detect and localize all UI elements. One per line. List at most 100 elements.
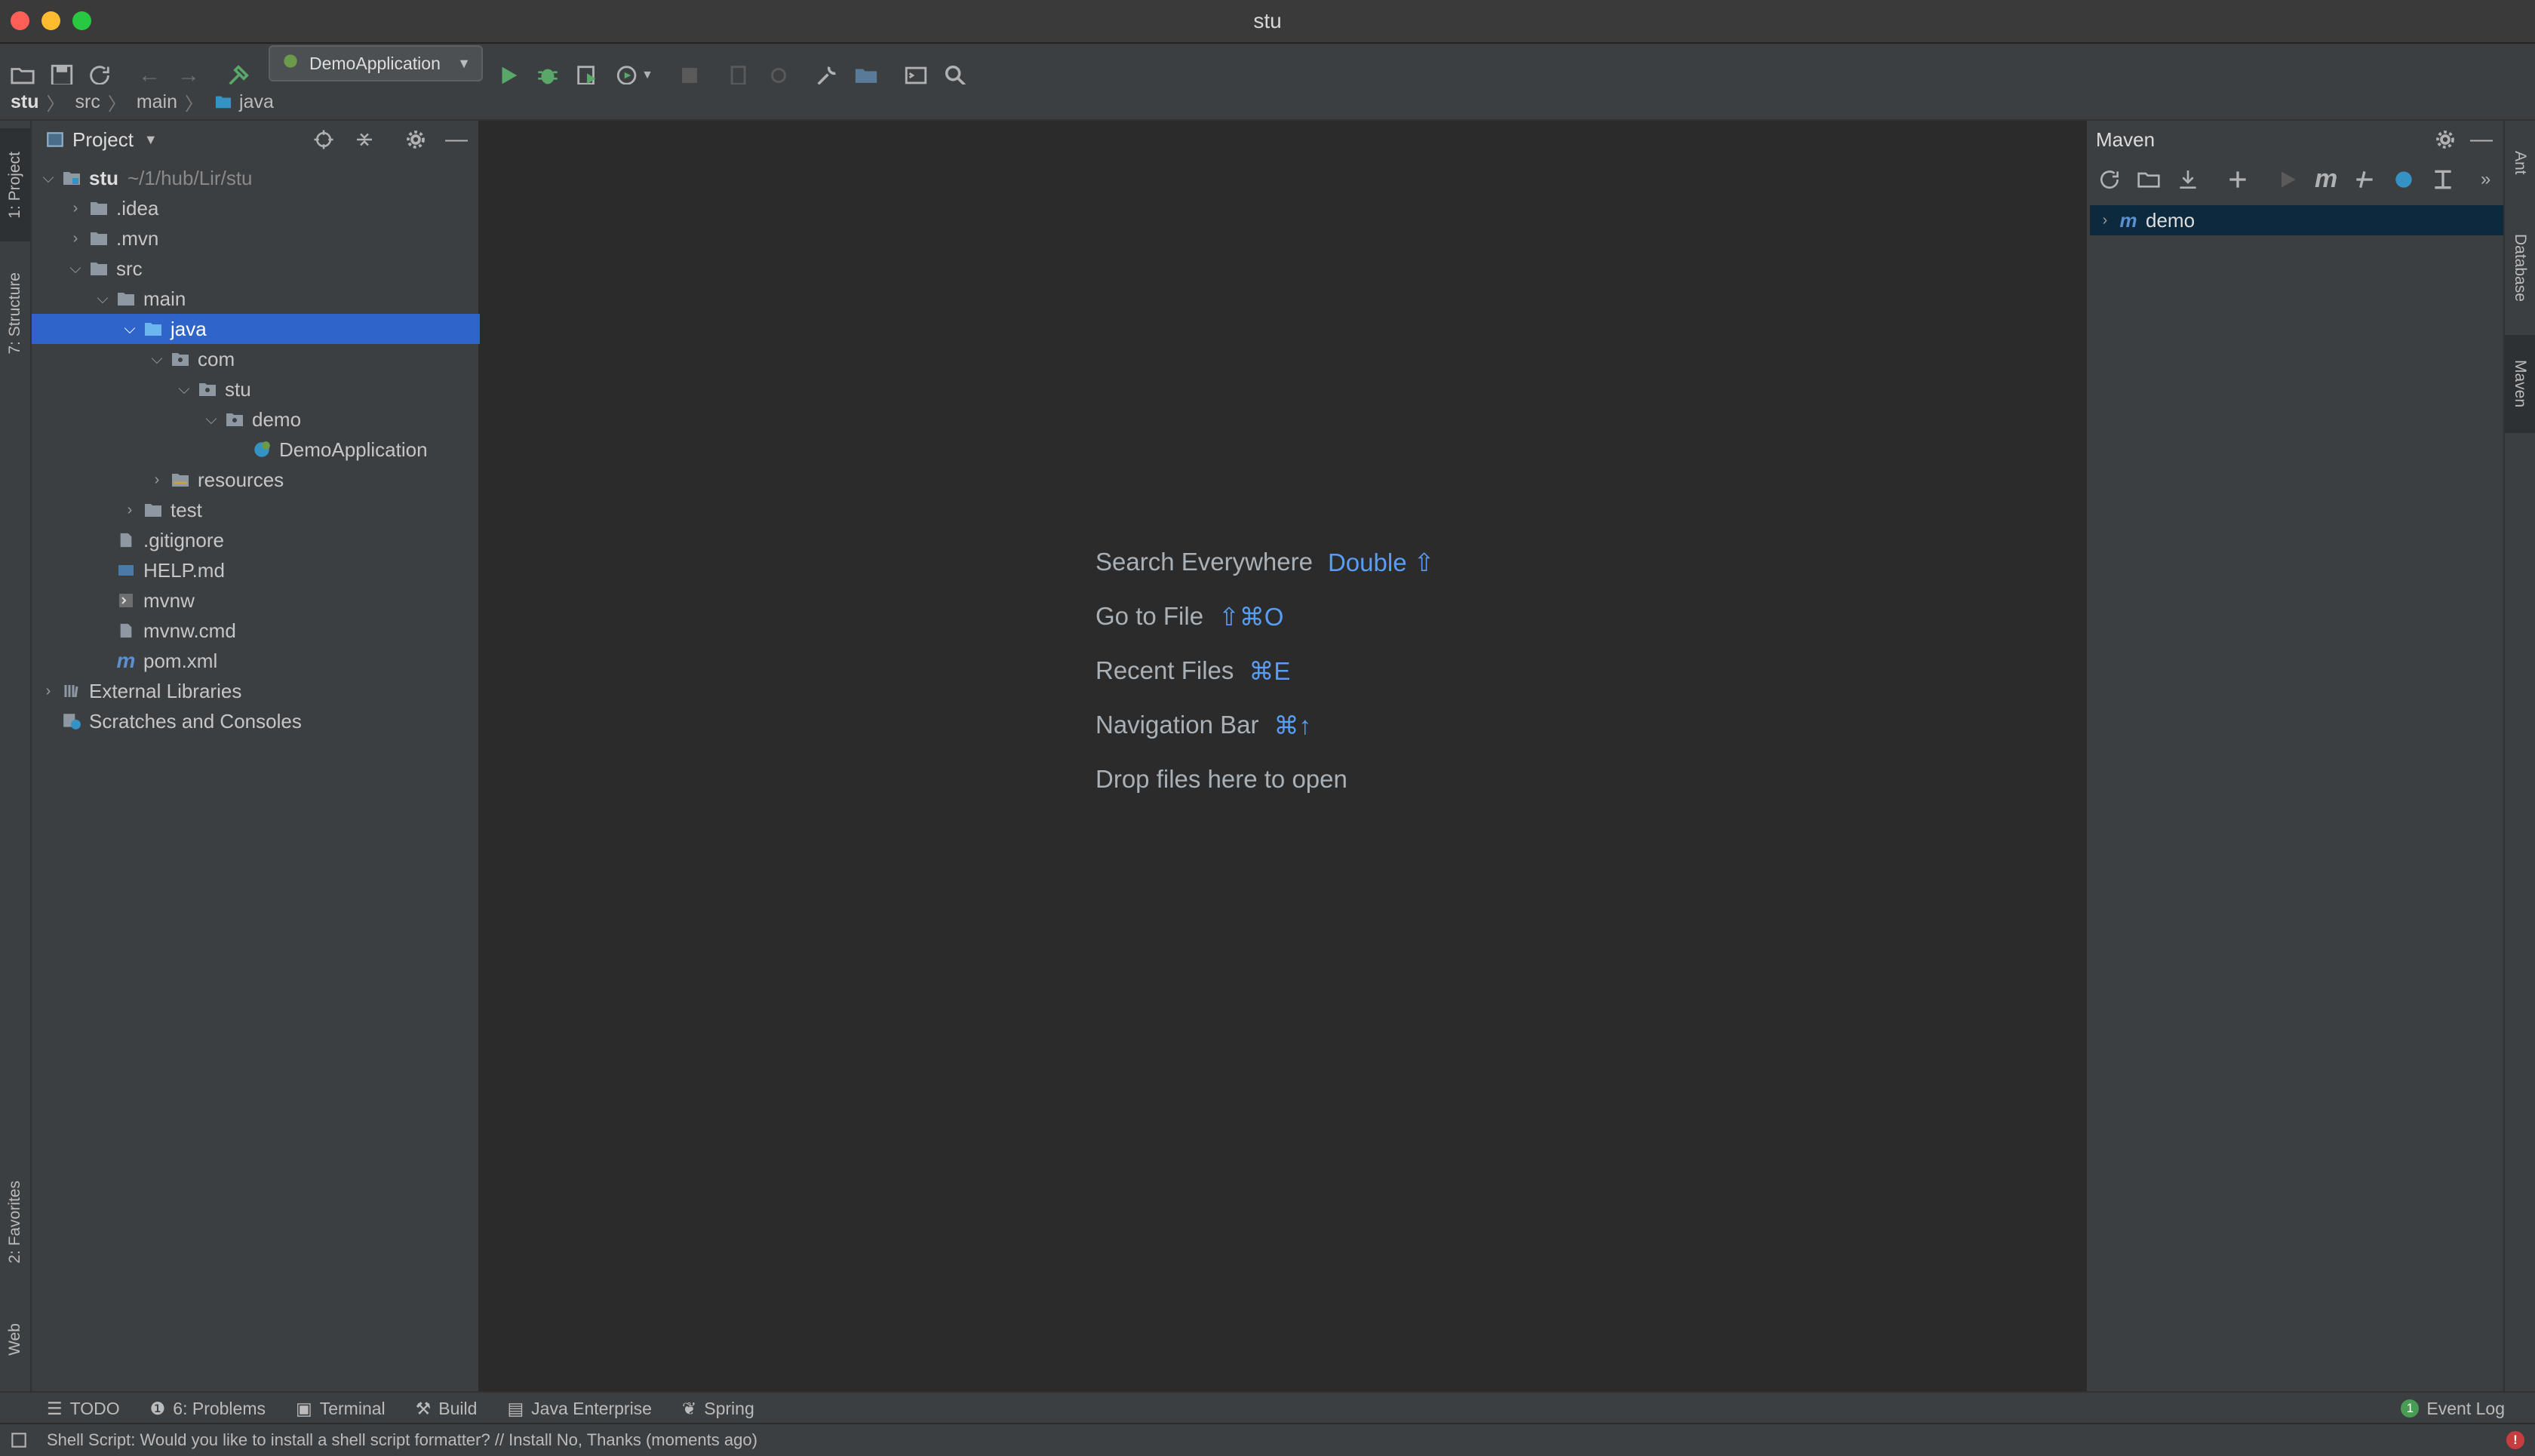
event-count-badge: 1 — [2401, 1399, 2420, 1418]
project-panel: Project ▼ — ⌵ stu ~/1/hub/Lir/stu › .ide… — [32, 121, 567, 1391]
tree-item[interactable]: › External Libraries — [32, 676, 486, 706]
tree-item[interactable]: ⌵ src — [32, 253, 513, 284]
chevron-down-icon: ⌵ — [69, 260, 81, 277]
more-actions-icon[interactable]: » — [2481, 169, 2490, 190]
chevron-right-icon: › — [72, 199, 78, 217]
status-message[interactable]: Shell Script: Would you like to install … — [47, 1430, 757, 1450]
tab-spring[interactable]: ❦ Spring — [682, 1399, 754, 1419]
show-dependencies-icon[interactable] — [2431, 167, 2455, 195]
tab-database[interactable]: Database — [2505, 211, 2535, 324]
tab-java-enterprise[interactable]: ▤ Java Enterprise — [507, 1399, 652, 1419]
tree-item[interactable]: .gitignore — [32, 525, 540, 555]
maven-panel-title: Maven — [2096, 127, 2156, 151]
info-icon: ❶ — [149, 1398, 166, 1418]
chevron-down-icon: ⌵ — [42, 169, 54, 186]
maven-project-item[interactable]: › m demo — [2090, 205, 2503, 235]
editor-empty-area[interactable]: Search Everywhere Double ⇧ Go to File ⇧⌘O … — [480, 121, 2084, 1391]
text-file-icon — [115, 531, 137, 549]
libraries-icon — [60, 682, 83, 700]
tab-maven[interactable]: Maven — [2505, 335, 2535, 433]
left-tool-stripe: 1: Project 7: Structure 2: Favorites Web — [0, 121, 32, 1391]
gear-icon[interactable] — [404, 128, 427, 151]
maven-panel: Maven — m » › m demo — [2085, 121, 2505, 1391]
tab-build[interactable]: ⚒ Build — [416, 1399, 478, 1419]
package-icon — [196, 380, 219, 398]
chevron-right-icon: › — [2102, 211, 2108, 229]
folder-icon — [115, 290, 137, 308]
chevron-right-icon: › — [45, 682, 51, 699]
maven-toolbar: m » — [2087, 158, 2505, 201]
source-folder-icon — [142, 320, 164, 338]
title-bar: stu — [0, 0, 2535, 44]
chevron-right-icon: 〉 — [46, 94, 65, 115]
tree-item[interactable]: Scratches and Consoles — [32, 706, 486, 736]
hide-panel-icon[interactable]: — — [445, 127, 468, 152]
tab-ant[interactable]: Ant — [2505, 127, 2535, 199]
run-icon[interactable] — [2275, 167, 2300, 195]
folder-icon — [88, 260, 110, 278]
hint-drop-files: Drop files here to open — [1095, 765, 1347, 793]
text-file-icon — [115, 622, 137, 640]
java-enterprise-icon: ▤ — [507, 1398, 524, 1418]
tree-item[interactable]: › .idea — [32, 193, 513, 223]
hint-search-everywhere: Search Everywhere Double ⇧ — [1095, 548, 1435, 576]
execute-goal-icon[interactable]: m — [2315, 164, 2337, 194]
breadcrumb-item[interactable]: main — [126, 91, 185, 113]
project-view-selector[interactable]: Project — [72, 128, 134, 152]
error-indicator-icon[interactable]: ! — [2506, 1431, 2524, 1449]
breadcrumb-item[interactable]: src — [65, 91, 108, 113]
breadcrumb-item[interactable]: java — [203, 91, 281, 113]
tab-problems[interactable]: ❶ 6: Problems — [150, 1399, 266, 1419]
toggle-offline-icon[interactable] — [2352, 167, 2377, 195]
run-configuration-select[interactable]: DemoApplication ▼ — [269, 45, 483, 81]
generate-sources-icon[interactable] — [2137, 167, 2161, 195]
skip-tests-icon[interactable] — [2392, 167, 2416, 195]
tab-terminal[interactable]: ▣ Terminal — [296, 1399, 386, 1419]
tree-item[interactable]: HELP.md — [32, 555, 540, 585]
right-tool-stripe: Ant Database Maven — [2503, 121, 2535, 1391]
window-title: stu — [1253, 9, 1282, 32]
resources-folder-icon — [169, 471, 192, 489]
tree-item[interactable]: ⌵ main — [32, 284, 540, 314]
breadcrumb: stu 〉 src 〉 main 〉 java — [0, 84, 2535, 121]
toggle-tool-windows-icon[interactable] — [9, 1430, 29, 1450]
spring-leaf-icon: ❦ — [681, 1398, 697, 1418]
tab-web[interactable]: Web — [0, 1305, 30, 1373]
hint-recent-files: Recent Files ⌘E — [1095, 656, 1291, 685]
tree-item[interactable]: m pom.xml — [32, 646, 540, 676]
chevron-right-icon: › — [127, 501, 133, 518]
gear-icon[interactable] — [2434, 128, 2457, 151]
maven-project-icon: m — [2119, 208, 2137, 232]
hint-go-to-file: Go to File ⇧⌘O — [1095, 602, 1284, 631]
breadcrumb-item[interactable]: stu — [0, 91, 47, 113]
chevron-right-icon: › — [154, 471, 160, 488]
locate-file-icon[interactable] — [312, 128, 335, 151]
tab-event-log[interactable]: 1 Event Log — [2401, 1399, 2505, 1419]
chevron-down-icon: ⌵ — [205, 410, 217, 428]
collapse-all-icon[interactable] — [353, 128, 376, 151]
add-icon[interactable] — [2226, 167, 2250, 195]
status-bar: Shell Script: Would you like to install … — [0, 1423, 2535, 1456]
run-configuration-label: DemoApplication — [309, 53, 441, 73]
tree-item[interactable]: mvnw — [32, 585, 540, 616]
shell-file-icon — [115, 591, 137, 610]
bottom-tool-tabs: ☰ TODO ❶ 6: Problems ▣ Terminal ⚒ Build ▤ Jav… — [0, 1391, 2535, 1424]
maven-panel-header: Maven — — [2087, 121, 2505, 158]
reload-icon[interactable] — [2097, 167, 2122, 195]
hide-panel-icon[interactable]: — — [2470, 127, 2493, 152]
folder-icon — [88, 199, 110, 217]
download-icon[interactable] — [2176, 167, 2200, 195]
tab-project[interactable]: 1: Project — [0, 128, 30, 241]
chevron-down-icon[interactable]: ▼ — [144, 132, 158, 148]
tab-structure[interactable]: 7: Structure — [0, 256, 30, 370]
list-icon: ☰ — [47, 1398, 63, 1418]
tree-item[interactable]: › .mvn — [32, 223, 513, 253]
tree-item[interactable]: ⌵ stu ~/1/hub/Lir/stu — [32, 163, 486, 193]
hammer-icon: ⚒ — [415, 1398, 432, 1418]
spring-class-icon — [250, 441, 273, 459]
chevron-right-icon: › — [72, 229, 78, 247]
tab-favorites[interactable]: 2: Favorites — [0, 1162, 30, 1282]
chevron-down-icon: ⌵ — [124, 320, 136, 337]
tree-item[interactable]: mvnw.cmd — [32, 616, 540, 646]
tab-todo[interactable]: ☰ TODO — [47, 1399, 120, 1419]
